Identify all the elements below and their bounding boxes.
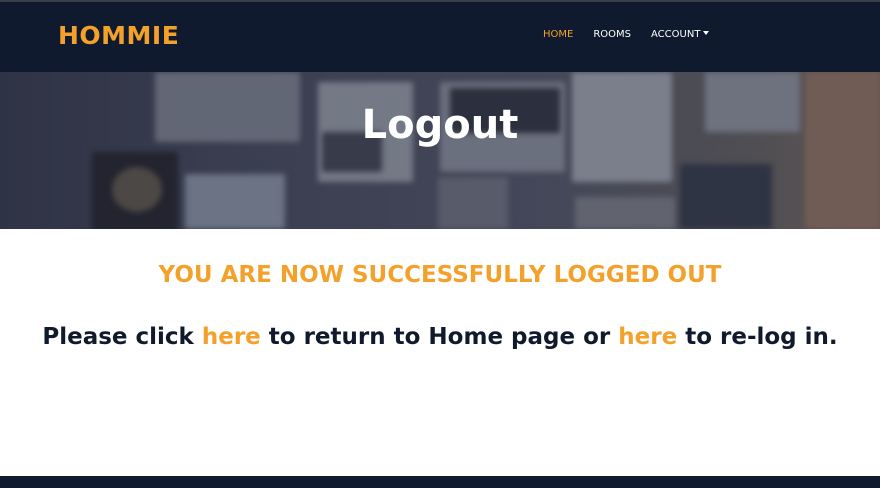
page-title: Logout (361, 102, 519, 148)
hero-overlay (0, 72, 880, 229)
nav-item-home[interactable]: HOME (543, 29, 573, 40)
brand-logo[interactable]: HOMMIE (58, 21, 179, 50)
logout-success-heading: YOU ARE NOW SUCCESSFULLY LOGGED OUT (158, 262, 722, 288)
instruction-text: to re-log in. (677, 324, 838, 350)
instruction-text: Please click (42, 324, 202, 350)
hero-banner: Logout (0, 72, 880, 229)
nav-item-rooms[interactable]: ROOMS (593, 29, 631, 40)
relogin-link[interactable]: here (618, 324, 677, 350)
home-link[interactable]: here (202, 324, 261, 350)
navbar: HOMMIE HOME ROOMS ACCOUNT (0, 2, 880, 72)
nav-item-account-label: ACCOUNT (651, 29, 701, 40)
nav-item-account[interactable]: ACCOUNT (651, 29, 710, 40)
footer (0, 476, 880, 488)
logout-instruction: Please click here to return to Home page… (0, 324, 880, 350)
caret-down-icon (703, 31, 710, 35)
main-nav: HOME ROOMS ACCOUNT (543, 29, 729, 40)
instruction-text: to return to Home page or (260, 324, 619, 350)
